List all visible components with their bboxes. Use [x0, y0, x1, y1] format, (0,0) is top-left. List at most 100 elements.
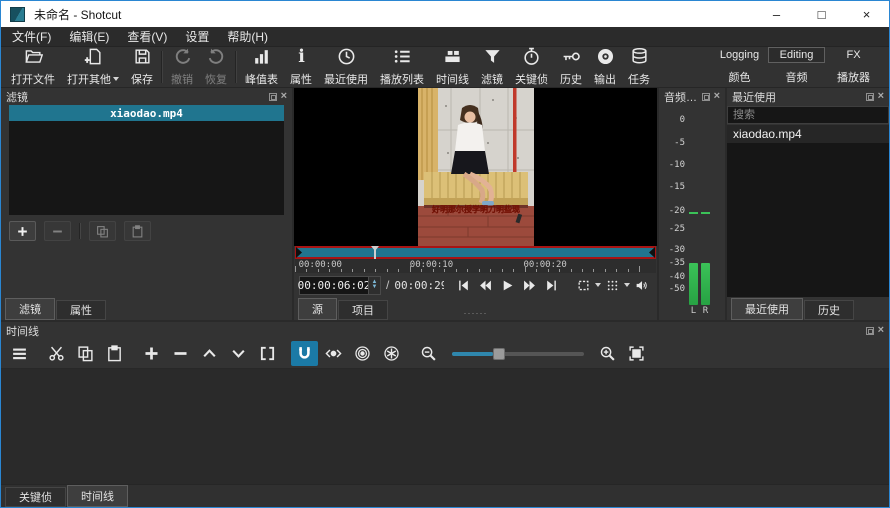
minimize-button[interactable]: – — [754, 1, 799, 27]
tab-project[interactable]: 项目 — [338, 300, 388, 320]
tab-source[interactable]: 源 — [298, 298, 337, 320]
ripple-delete-button[interactable] — [167, 341, 194, 366]
menu-help[interactable]: 帮助(H) — [218, 26, 277, 47]
snap-button[interactable] — [291, 341, 318, 366]
peak-meter-button[interactable]: 峰值表 — [239, 47, 284, 87]
skip-to-start-button[interactable] — [453, 275, 474, 295]
remove-filter-button[interactable] — [44, 221, 71, 241]
zoom-fit-button[interactable] — [573, 275, 594, 295]
tab-recent[interactable]: 最近使用 — [731, 298, 803, 320]
layout-player[interactable]: 播放器 — [825, 67, 882, 87]
close-panel-icon[interactable]: × — [714, 92, 720, 101]
slider-handle[interactable] — [493, 348, 505, 360]
open-other-button[interactable]: 打开其他 — [61, 47, 125, 87]
position-spinner[interactable]: ▲▼ — [368, 277, 380, 294]
append-button[interactable] — [138, 341, 165, 366]
playlist-button[interactable]: 播放列表 — [374, 47, 430, 87]
copy-filters-button[interactable] — [89, 221, 116, 241]
ripple-all-tracks-button[interactable] — [378, 341, 405, 366]
fast-forward-button[interactable] — [519, 275, 540, 295]
jobs-button[interactable]: 任务 — [622, 47, 656, 87]
level-bar-right — [701, 263, 710, 305]
toolbar-label: 滤镜 — [481, 71, 503, 87]
scrub-while-dragging-button[interactable] — [320, 341, 347, 366]
skip-to-end-button[interactable] — [541, 275, 562, 295]
float-panel-icon[interactable] — [866, 93, 874, 101]
tab-properties[interactable]: 属性 — [56, 300, 106, 320]
close-panel-icon[interactable]: × — [878, 92, 884, 101]
play-button[interactable] — [497, 275, 518, 295]
menu-edit[interactable]: 编辑(E) — [60, 26, 118, 47]
filters-button[interactable]: 滤镜 — [475, 47, 509, 87]
undo-icon — [173, 47, 192, 71]
output-button[interactable]: 输出 — [588, 47, 622, 87]
redo-button[interactable]: 恢复 — [199, 47, 233, 87]
close-panel-icon[interactable]: × — [281, 92, 287, 101]
layout-logging[interactable]: Logging — [711, 47, 768, 63]
ruler-label: 00:00:00 — [299, 260, 342, 270]
player-ruler[interactable]: 00:00:00 00:00:10 00:00:20 — [295, 259, 656, 273]
add-filter-button[interactable] — [9, 221, 36, 241]
recent-button[interactable]: 最近使用 — [318, 47, 374, 87]
tab-history[interactable]: 历史 — [804, 300, 854, 320]
tab-filters[interactable]: 滤镜 — [5, 298, 55, 320]
splitter-handle[interactable]: ······ — [464, 308, 488, 318]
menu-file[interactable]: 文件(F) — [3, 26, 60, 47]
float-panel-icon[interactable] — [269, 93, 277, 101]
overwrite-button[interactable] — [225, 341, 252, 366]
video-preview-area[interactable]: 好明那尔授学明刀明些现 — [294, 88, 657, 246]
keyframes-button[interactable]: 关键侦 — [509, 47, 554, 87]
timeline-track-area[interactable] — [1, 369, 889, 484]
ripple-button[interactable] — [349, 341, 376, 366]
toolbar-label: 播放列表 — [380, 71, 424, 87]
grid-button[interactable] — [602, 275, 623, 295]
save-button[interactable]: 保存 — [125, 47, 159, 87]
tab-keyframes[interactable]: 关键侦 — [5, 487, 66, 507]
history-button[interactable]: 历史 — [554, 47, 588, 87]
scrub-bar[interactable] — [295, 246, 656, 259]
copy-button[interactable] — [72, 341, 99, 366]
paste-button[interactable] — [101, 341, 128, 366]
filters-list-selected-item[interactable]: xiaodao.mp4 — [9, 105, 284, 121]
rewind-button[interactable] — [475, 275, 496, 295]
close-panel-icon[interactable]: × — [878, 326, 884, 335]
position-value[interactable]: 00:00:06:02 — [300, 277, 368, 294]
zoom-out-button[interactable] — [415, 341, 442, 366]
recent-list[interactable]: xiaodao.mp4 — [727, 125, 889, 297]
timeline-button[interactable]: 时间线 — [430, 47, 475, 87]
in-point-marker[interactable] — [296, 247, 302, 258]
search-input[interactable] — [727, 106, 889, 124]
maximize-button[interactable]: □ — [799, 1, 844, 27]
chevron-down-icon[interactable] — [624, 283, 630, 290]
timeline-zoom-slider[interactable] — [452, 347, 584, 361]
paste-filters-button[interactable] — [124, 221, 151, 241]
filters-list[interactable]: xiaodao.mp4 — [9, 105, 284, 215]
float-panel-icon[interactable] — [702, 93, 710, 101]
open-file-button[interactable]: 打开文件 — [5, 47, 61, 87]
zoom-in-button[interactable] — [594, 341, 621, 366]
float-panel-icon[interactable] — [866, 327, 874, 335]
menu-view[interactable]: 查看(V) — [118, 26, 176, 47]
layout-audio[interactable]: 音频 — [768, 67, 825, 87]
menu-settings[interactable]: 设置 — [176, 26, 218, 47]
undo-button[interactable]: 撤销 — [165, 47, 199, 87]
layout-fx[interactable]: FX — [825, 47, 882, 63]
playhead[interactable] — [374, 246, 376, 259]
zoom-fit-timeline-button[interactable] — [623, 341, 650, 366]
lift-button[interactable] — [196, 341, 223, 366]
list-item[interactable]: xiaodao.mp4 — [727, 125, 889, 143]
cut-button[interactable] — [43, 341, 70, 366]
chevron-down-icon[interactable] — [595, 283, 601, 290]
tab-timeline[interactable]: 时间线 — [67, 485, 128, 507]
timeline-menu-button[interactable] — [6, 341, 33, 366]
ruler-tick — [605, 269, 606, 272]
properties-button[interactable]: i 属性 — [284, 47, 318, 87]
layout-editing[interactable]: Editing — [768, 47, 825, 63]
split-button[interactable] — [254, 341, 281, 366]
volume-button[interactable] — [631, 275, 652, 295]
spin-down-icon[interactable]: ▼ — [372, 285, 378, 290]
close-button[interactable]: × — [844, 1, 889, 27]
layout-color[interactable]: 颜色 — [711, 67, 768, 87]
out-point-marker[interactable] — [649, 247, 655, 258]
position-spinbox[interactable]: 00:00:06:02 ▲▼ — [299, 276, 381, 295]
